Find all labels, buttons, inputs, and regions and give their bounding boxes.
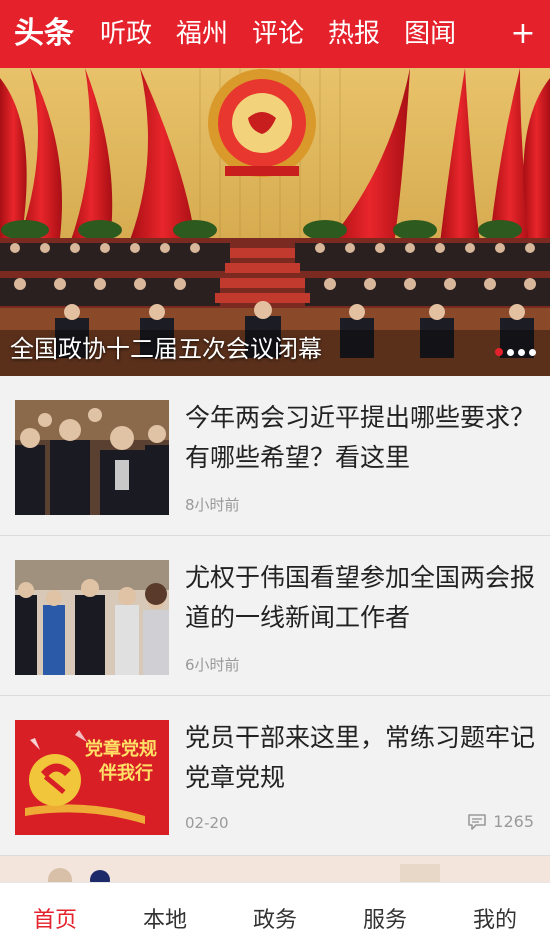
nav-government[interactable]: 政务 xyxy=(220,902,330,934)
plus-icon: + xyxy=(510,16,536,51)
channel-tabs: 头条 听政 福州 评论 热报 图闻 xyxy=(0,0,496,68)
comment-icon xyxy=(468,813,487,830)
tab-commentary[interactable]: 评论 xyxy=(252,0,304,68)
nav-services[interactable]: 服务 xyxy=(330,902,440,934)
tab-fuzhou[interactable]: 福州 xyxy=(176,0,228,68)
tab-hot-reports[interactable]: 热报 xyxy=(328,0,380,68)
tab-tingzheng[interactable]: 听政 xyxy=(100,0,152,68)
carousel-dot xyxy=(529,348,536,356)
carousel-indicator xyxy=(495,348,536,356)
carousel-dot xyxy=(507,348,514,356)
nav-local[interactable]: 本地 xyxy=(110,902,220,934)
news-item[interactable]: 今年两会习近平提出哪些要求？有哪些希望？看这里 8小时前 xyxy=(0,376,550,536)
comment-count[interactable]: 1265 xyxy=(467,812,534,831)
news-thumbnail: 党章党规 伴我行 xyxy=(15,720,169,835)
carousel-dot-active xyxy=(495,348,503,356)
carousel-dot xyxy=(518,348,525,356)
news-timestamp: 02-20 xyxy=(185,814,229,832)
news-title: 今年两会习近平提出哪些要求？有哪些希望？看这里 xyxy=(185,403,536,472)
channel-tab-bar: 头条 听政 福州 评论 热报 图闻 + xyxy=(0,0,550,68)
tab-headlines[interactable]: 头条 xyxy=(14,0,74,68)
news-list: 今年两会习近平提出哪些要求？有哪些希望？看这里 8小时前 尤权于伟国看望参加全国… xyxy=(0,376,550,856)
news-timestamp: 6小时前 xyxy=(185,656,240,674)
news-item[interactable]: 党章党规 伴我行 党员干部来这里，常练习题牢记党章党规 02-20 1265 xyxy=(0,696,550,856)
news-timestamp: 8小时前 xyxy=(185,496,240,514)
hero-caption: 全国政协十二届五次会议闭幕 xyxy=(10,335,322,363)
news-item[interactable]: 尤权于伟国看望参加全国两会报道的一线新闻工作者 6小时前 xyxy=(0,536,550,696)
next-item-peek xyxy=(0,856,550,882)
bottom-navigation: 首页 本地 政务 服务 我的 xyxy=(0,882,550,952)
nav-me[interactable]: 我的 xyxy=(440,902,550,934)
tab-photo-news[interactable]: 图闻 xyxy=(404,0,456,68)
hero-banner[interactable]: 全国政协十二届五次会议闭幕 xyxy=(0,68,550,376)
news-title: 党员干部来这里，常练习题牢记党章党规 xyxy=(185,723,536,792)
news-title: 尤权于伟国看望参加全国两会报道的一线新闻工作者 xyxy=(185,563,536,632)
thumbnail-slogan: 党章党规 伴我行 xyxy=(85,739,157,784)
add-channel-button[interactable]: + xyxy=(496,0,550,68)
news-thumbnail xyxy=(15,400,169,515)
nav-home[interactable]: 首页 xyxy=(0,902,110,934)
comment-count-value: 1265 xyxy=(493,812,534,831)
news-thumbnail xyxy=(15,560,169,675)
